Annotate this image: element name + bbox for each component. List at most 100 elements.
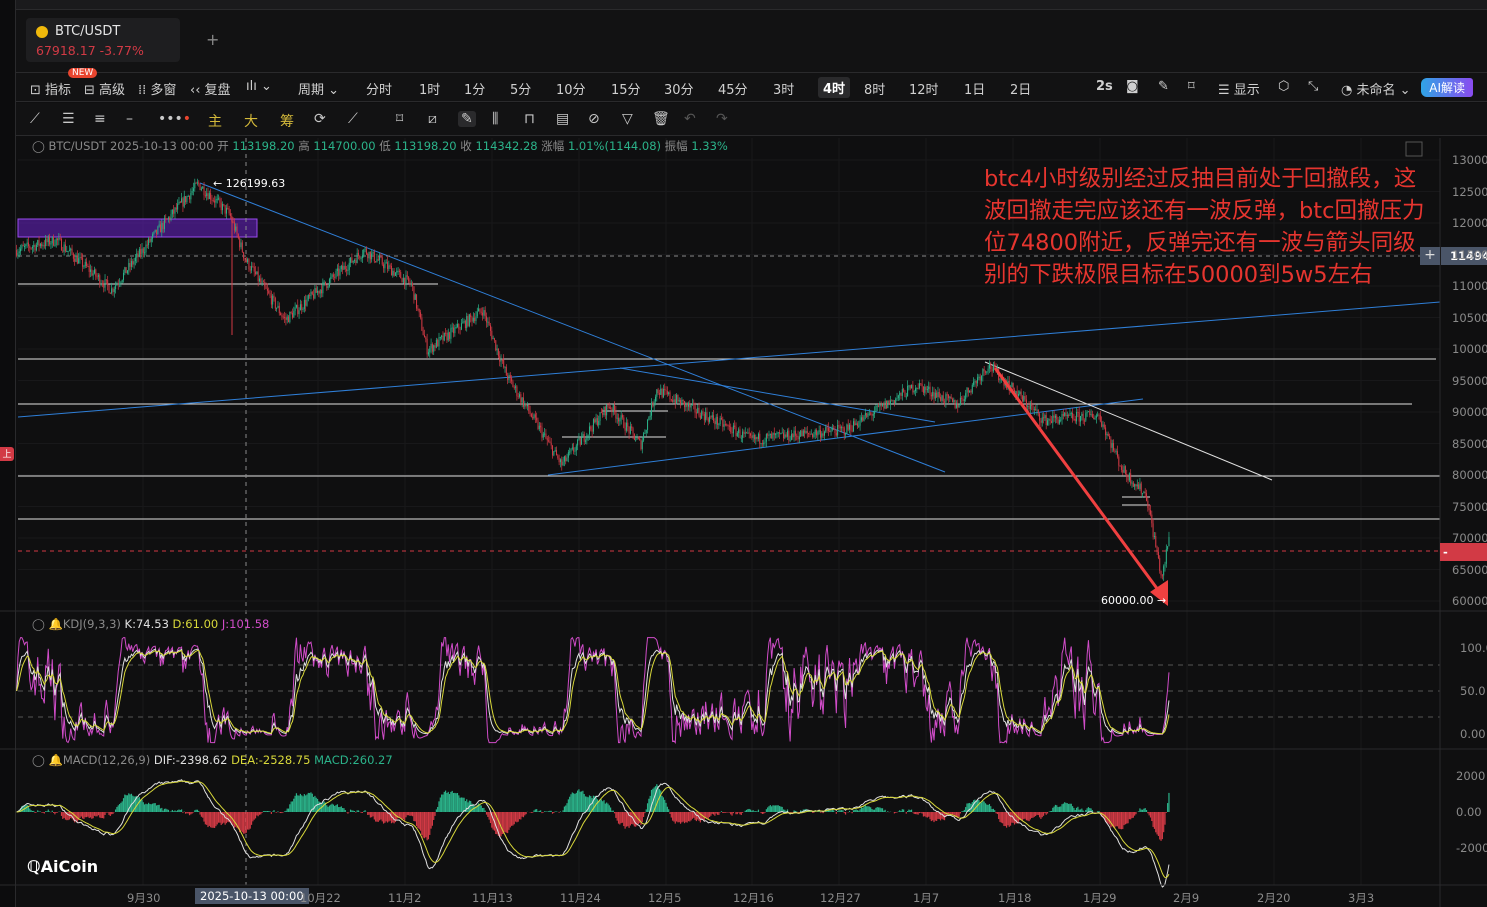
- high-value: 114700.00: [313, 139, 376, 153]
- macd-tick: 0.00: [1456, 805, 1482, 819]
- candle-body: [460, 323, 462, 330]
- candle-body: [615, 411, 617, 419]
- candle-body: [771, 433, 773, 439]
- candle-body: [1054, 415, 1056, 418]
- candle-body: [484, 310, 486, 317]
- candle-body: [645, 429, 647, 434]
- price-tick: 105000: [1452, 310, 1487, 325]
- candle-body: [138, 249, 140, 257]
- candle-body: [269, 293, 271, 296]
- candle-body: [959, 397, 961, 405]
- candle-body: [274, 298, 276, 309]
- candle-body: [1146, 493, 1148, 501]
- candle-body: [83, 266, 85, 268]
- candle-body: [922, 386, 924, 393]
- macd-bar: [104, 812, 106, 815]
- candle-body: [854, 421, 856, 426]
- candle-body: [68, 250, 70, 252]
- macd-bar: [720, 811, 723, 812]
- candle-body: [355, 260, 357, 264]
- candle-body: [91, 269, 93, 276]
- candle-body: [426, 338, 428, 355]
- candle-body: [1019, 391, 1021, 394]
- candle-body: [408, 276, 410, 282]
- candle-body: [697, 407, 699, 413]
- macd-bar: [958, 812, 960, 817]
- candle-body: [227, 207, 229, 209]
- candle-body: [722, 419, 724, 427]
- candle-body: [744, 432, 746, 434]
- fullscreen-icon[interactable]: [1405, 141, 1423, 157]
- candle-body: [880, 404, 882, 406]
- candle-body: [595, 418, 597, 423]
- candle-body: [905, 396, 907, 398]
- candle-body: [243, 252, 245, 259]
- macd-bar: [163, 808, 166, 812]
- macd-bar: [884, 809, 886, 812]
- macd-bar: [211, 812, 213, 828]
- candle-body: [467, 316, 469, 326]
- candle-body: [235, 226, 237, 231]
- macd-bar: [1098, 810, 1100, 812]
- candle-body: [701, 411, 703, 419]
- macd-bar: [541, 812, 543, 814]
- candle-body: [1025, 399, 1027, 407]
- candle-body: [360, 257, 362, 259]
- macd-bar: [417, 812, 419, 828]
- candle-body: [195, 182, 197, 184]
- candle-body: [232, 221, 234, 223]
- candle-body: [417, 308, 419, 310]
- macd-bar: [881, 808, 884, 812]
- macd-bar: [1123, 812, 1125, 826]
- macd-bar: [386, 812, 389, 823]
- candle-body: [451, 327, 453, 329]
- candle-body: [480, 311, 482, 313]
- candle-body: [1080, 415, 1082, 422]
- macd-bar: [765, 809, 767, 812]
- macd-bar: [338, 807, 340, 812]
- candle-body: [1143, 491, 1145, 494]
- annotation-text[interactable]: btc4小时级别经过反抽目前处于回撤段，这波回撤走完应该还有一波反弹，btc回撤…: [984, 163, 1434, 291]
- candle-body: [875, 406, 877, 412]
- candle-body: [940, 396, 942, 401]
- macd-bar: [547, 811, 550, 812]
- macd-bar: [895, 812, 897, 813]
- candle-body: [1037, 409, 1039, 414]
- time-tick: 2月20: [1257, 891, 1291, 905]
- candle-body: [573, 447, 575, 452]
- macd-bar: [511, 812, 513, 826]
- candle-body: [301, 304, 303, 310]
- candle-body: [103, 284, 105, 288]
- macd-bar: [42, 812, 44, 813]
- crosshair-add-button[interactable]: +: [1420, 247, 1440, 265]
- candle-body: [901, 389, 903, 396]
- macd-bar: [299, 793, 301, 812]
- candle-body: [579, 438, 581, 445]
- candle-body: [306, 299, 308, 306]
- macd-bar: [538, 810, 540, 812]
- time-tick: 10月22: [300, 891, 341, 905]
- macd-bar: [314, 795, 316, 812]
- chart-canvas[interactable]: [0, 0, 1487, 907]
- macd-bar: [268, 811, 270, 812]
- macd-bar: [571, 792, 573, 812]
- last-price-label: - 67918: [1440, 543, 1487, 561]
- macd-bar: [244, 812, 246, 834]
- candle-body: [983, 369, 985, 372]
- macd-bar: [451, 790, 453, 812]
- macd-bar: [641, 812, 643, 823]
- macd-bar: [1143, 808, 1145, 812]
- candle-body: [1144, 491, 1146, 494]
- macd-bar: [742, 812, 744, 813]
- candle-body: [515, 386, 517, 388]
- candle-body: [249, 269, 251, 271]
- candle-body: [1155, 536, 1157, 547]
- candle-body: [864, 413, 866, 416]
- macd-bar: [1027, 812, 1029, 821]
- candle-body: [191, 190, 193, 193]
- macd-bar: [434, 812, 436, 816]
- candle-body: [186, 196, 188, 203]
- macd-bar: [584, 796, 587, 812]
- macd-bar: [194, 810, 196, 812]
- candle-body: [1149, 510, 1151, 515]
